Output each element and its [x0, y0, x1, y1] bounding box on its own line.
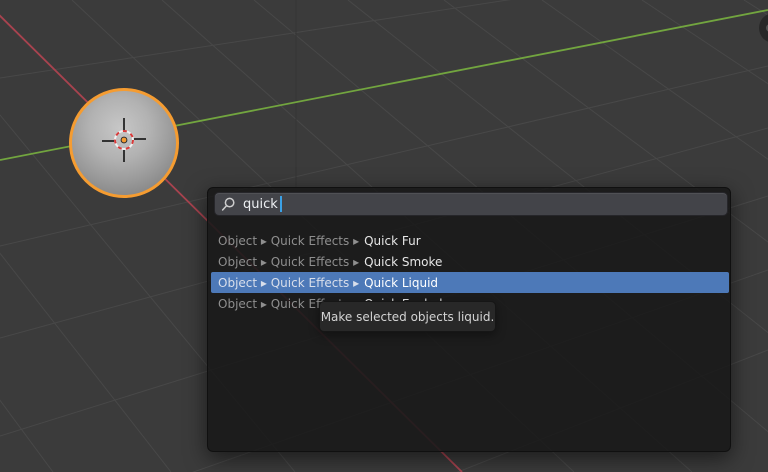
search-input[interactable]: quick — [215, 193, 727, 215]
result-label: Quick Fur — [364, 234, 421, 248]
text-cursor — [280, 196, 282, 212]
result-breadcrumb: Object ▸ Quick Effects ▸ — [218, 276, 359, 290]
search-query-text: quick — [243, 198, 278, 211]
result-breadcrumb: Object ▸ Quick Effects ▸ — [218, 234, 359, 248]
tooltip-text: Make selected objects liquid. — [321, 310, 495, 324]
result-label: Quick Liquid — [364, 276, 438, 290]
result-label: Quick Smoke — [364, 255, 442, 269]
search-result-quick-smoke[interactable]: Object ▸ Quick Effects ▸ Quick Smoke — [211, 251, 729, 272]
search-result-quick-fur[interactable]: Object ▸ Quick Effects ▸ Quick Fur — [211, 230, 729, 251]
search-icon — [221, 197, 236, 212]
result-breadcrumb: Object ▸ Quick Effects ▸ — [218, 255, 359, 269]
3d-cursor-icon — [98, 114, 150, 166]
search-result-quick-liquid[interactable]: Object ▸ Quick Effects ▸ Quick Liquid — [211, 272, 729, 293]
tooltip: Make selected objects liquid. — [319, 301, 496, 332]
